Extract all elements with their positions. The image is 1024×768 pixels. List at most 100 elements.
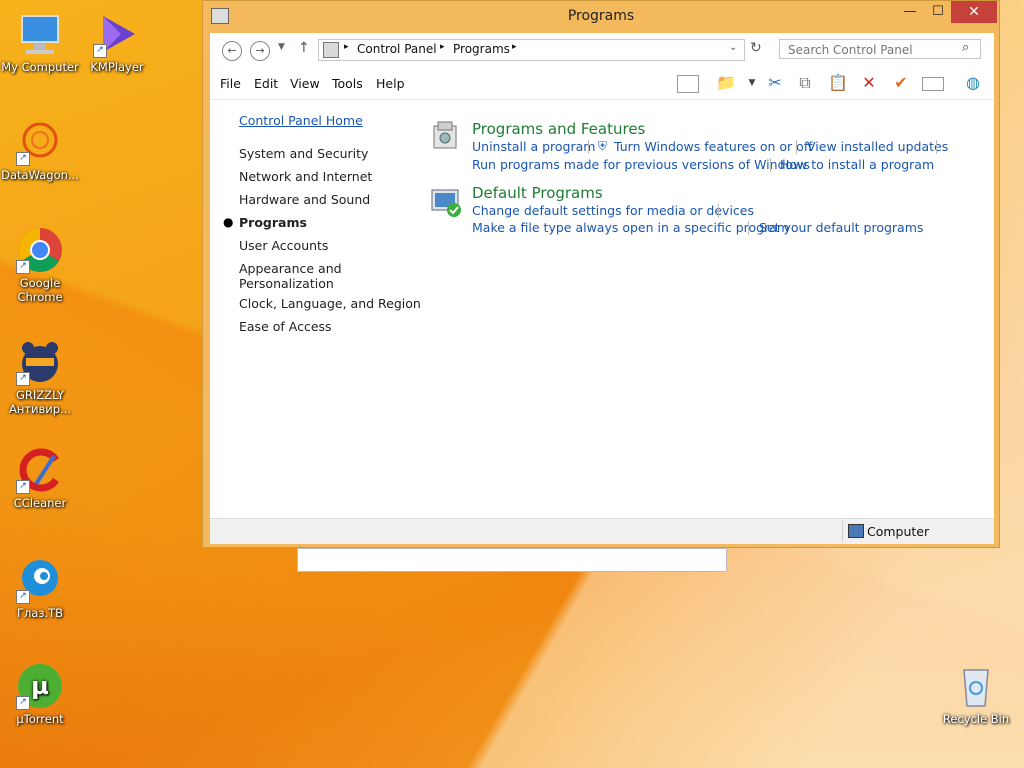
- link-separator: [748, 221, 749, 235]
- glaz-tv-icon: ↗: [16, 556, 64, 604]
- desktop-icon-label: My Computer: [1, 60, 79, 74]
- link-separator: [770, 158, 771, 172]
- close-button[interactable]: ✕: [951, 1, 997, 23]
- grizzly-icon: ↗: [16, 338, 64, 386]
- cut-icon[interactable]: ✂: [764, 73, 786, 93]
- desktop-icon-google-chrome[interactable]: ↗ Google Chrome: [0, 226, 80, 304]
- content-area: Control Panel Home System and Security N…: [210, 100, 994, 518]
- desktop-icon-recycle-bin[interactable]: Recycle Bin: [936, 662, 1016, 726]
- properties-icon[interactable]: [922, 77, 944, 91]
- nav-control-panel-home[interactable]: Control Panel Home: [239, 113, 363, 128]
- status-divider: [842, 521, 843, 542]
- ccleaner-icon: ↗: [16, 446, 64, 494]
- breadcrumb-separator-icon: ▸: [512, 42, 517, 52]
- background-window: [297, 548, 727, 572]
- nav-network-and-internet[interactable]: Network and Internet: [239, 169, 372, 184]
- desktop-icon-label: CCleaner: [13, 496, 67, 510]
- programs-and-features-title[interactable]: Programs and Features: [472, 120, 645, 138]
- set-default-programs-link[interactable]: Set your default programs: [759, 220, 923, 235]
- breadcrumb-separator-icon: ▸: [344, 42, 349, 52]
- menu-tools[interactable]: Tools: [332, 76, 363, 91]
- my-computer-icon: [16, 10, 64, 58]
- nav-system-and-security[interactable]: System and Security: [239, 146, 368, 161]
- status-location: Computer: [867, 524, 930, 539]
- menu-help[interactable]: Help: [376, 76, 405, 91]
- default-programs-title[interactable]: Default Programs: [472, 184, 603, 202]
- folder-icon[interactable]: 📁: [715, 73, 737, 93]
- layout-pane-icon[interactable]: [677, 75, 699, 93]
- shortcut-arrow-icon: ↗: [93, 44, 107, 58]
- desktop-icon-label: µTorrent: [16, 712, 64, 726]
- search-icon[interactable]: ⌕: [962, 40, 969, 55]
- checkmark-icon[interactable]: ✔: [890, 73, 912, 93]
- shield-icon: ⛨: [598, 139, 608, 153]
- address-row: ← → ▼ ↑ ▸ Control Panel ▸ Programs ▸ ⌄ ↻…: [210, 33, 994, 67]
- menu-edit[interactable]: Edit: [254, 76, 278, 91]
- paste-icon[interactable]: 📋: [827, 73, 849, 93]
- back-icon[interactable]: ←: [222, 41, 242, 61]
- desktop-icon-label: Google Chrome: [17, 276, 63, 304]
- breadcrumb-control-panel[interactable]: Control Panel: [357, 42, 437, 56]
- globe-icon[interactable]: ◍: [962, 73, 984, 93]
- minimize-button[interactable]: —: [897, 1, 923, 23]
- control-panel-window: Programs — ☐ ✕ ← → ▼ ↑ ▸ Control Panel ▸…: [202, 0, 1000, 548]
- forward-icon[interactable]: →: [250, 41, 270, 61]
- desktop-icon-utorrent[interactable]: µ ↗ µTorrent: [0, 662, 80, 726]
- breadcrumb-separator-icon: ▸: [440, 42, 445, 52]
- nav-programs[interactable]: Programs: [239, 215, 307, 230]
- shortcut-arrow-icon: ↗: [16, 696, 30, 710]
- maximize-button[interactable]: ☐: [925, 1, 951, 23]
- copy-icon[interactable]: ⧉: [794, 73, 816, 93]
- kmplayer-icon: ↗: [93, 10, 141, 58]
- datawagon-icon: ↗: [16, 118, 64, 166]
- chrome-icon: ↗: [16, 226, 64, 274]
- breadcrumb-programs[interactable]: Programs: [453, 42, 510, 56]
- desktop-icon-datawagon[interactable]: ↗ DataWagon...: [0, 118, 80, 182]
- link-separator: [588, 140, 589, 154]
- desktop-icon-label: DataWagon...: [1, 168, 79, 182]
- control-panel-small-icon: [323, 42, 339, 58]
- desktop-icon-glaz-tv[interactable]: ↗ Глаз.ТВ: [0, 556, 80, 620]
- folder-options-chevron-down-icon[interactable]: ▼: [741, 73, 763, 93]
- uninstall-a-program-link[interactable]: Uninstall a program: [472, 139, 595, 154]
- search-input[interactable]: Search Control Panel: [779, 39, 981, 59]
- shortcut-arrow-icon: ↗: [16, 480, 30, 494]
- recent-locations-chevron-down-icon[interactable]: ▼: [278, 42, 285, 52]
- run-previous-versions-link[interactable]: Run programs made for previous versions …: [472, 157, 810, 172]
- nav-clock-language-region[interactable]: Clock, Language, and Region: [239, 296, 421, 311]
- desktop-icon-ccleaner[interactable]: ↗ CCleaner: [0, 446, 80, 510]
- utorrent-icon: µ ↗: [16, 662, 64, 710]
- nav-user-accounts[interactable]: User Accounts: [239, 238, 328, 253]
- default-programs-icon[interactable]: [430, 186, 462, 218]
- recycle-bin-icon: [952, 662, 1000, 710]
- nav-hardware-and-sound[interactable]: Hardware and Sound: [239, 192, 370, 207]
- view-installed-updates-link[interactable]: View installed updates: [807, 139, 948, 154]
- title-bar[interactable]: Programs — ☐ ✕: [203, 1, 999, 33]
- delete-icon[interactable]: ✕: [858, 73, 880, 93]
- current-page-bullet-icon: ●: [223, 215, 234, 229]
- menu-file[interactable]: File: [220, 76, 241, 91]
- computer-icon: [848, 524, 864, 538]
- desktop-icon-grizzly[interactable]: ↗ GRIZZLY Антивир...: [0, 338, 80, 416]
- shortcut-arrow-icon: ↗: [16, 372, 30, 386]
- nav-ease-of-access[interactable]: Ease of Access: [239, 319, 332, 334]
- desktop-icon-kmplayer[interactable]: ↗ KMPlayer: [77, 10, 157, 74]
- make-file-type-open-link[interactable]: Make a file type always open in a specif…: [472, 220, 789, 235]
- programs-and-features-icon[interactable]: [430, 120, 462, 152]
- nav-appearance-and-personalization[interactable]: Appearance and Personalization: [239, 261, 349, 291]
- how-to-install-program-link[interactable]: How to install a program: [780, 157, 934, 172]
- change-default-settings-link[interactable]: Change default settings for media or dev…: [472, 203, 754, 218]
- link-separator: [936, 140, 937, 154]
- desktop-icon-my-computer[interactable]: My Computer: [0, 10, 80, 74]
- refresh-icon[interactable]: ↻: [750, 40, 762, 56]
- turn-windows-features-link[interactable]: Turn Windows features on or off: [614, 139, 812, 154]
- shortcut-arrow-icon: ↗: [16, 260, 30, 274]
- address-dropdown-chevron-down-icon[interactable]: ⌄: [729, 42, 737, 53]
- menu-toolbar-row: File Edit View Tools Help 📁 ▼ ✂ ⧉ 📋 ✕ ✔ …: [210, 67, 994, 100]
- menu-view[interactable]: View: [290, 76, 320, 91]
- up-arrow-icon[interactable]: ↑: [298, 40, 310, 56]
- shortcut-arrow-icon: ↗: [16, 590, 30, 604]
- status-bar: Computer: [210, 518, 994, 544]
- address-bar[interactable]: ▸ Control Panel ▸ Programs ▸ ⌄: [318, 39, 745, 61]
- window-title: Programs: [567, 8, 635, 24]
